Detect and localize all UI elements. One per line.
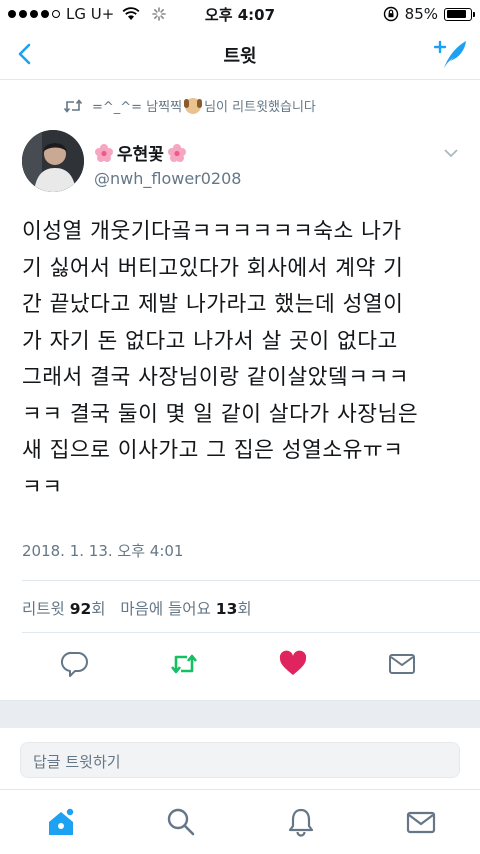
- divider: [22, 632, 480, 633]
- reply-input[interactable]: 답글 트윗하기: [20, 742, 460, 778]
- retweet-count-unit: 회: [91, 600, 106, 618]
- orientation-lock-icon: [383, 6, 398, 22]
- battery-icon: [444, 7, 475, 21]
- page-title: 트윗: [223, 46, 257, 67]
- retweet-stat[interactable]: 리트윗 92회: [22, 600, 106, 618]
- puppy-emoji-icon: [184, 97, 203, 114]
- tweet-stats: 리트윗 92회 마음에 들어요 13회: [22, 597, 252, 619]
- tab-search[interactable]: [166, 807, 196, 837]
- tab-home[interactable]: [46, 807, 76, 837]
- cherry-blossom-icon: [167, 143, 186, 162]
- author-handle: @nwh_flower0208: [94, 169, 242, 188]
- cherry-blossom-icon: [95, 143, 113, 162]
- retweet-stat-label: 리트윗: [22, 600, 65, 618]
- retweet-count: 92: [69, 600, 92, 618]
- reply-button[interactable]: [61, 650, 89, 678]
- retweet-notice-text: 님이 리트윗했습니다: [204, 100, 316, 115]
- navigation-bar: 트윗: [0, 28, 480, 80]
- divider: [22, 580, 480, 581]
- retweet-button[interactable]: [170, 650, 198, 678]
- like-stat[interactable]: 마음에 들어요 13회: [120, 600, 251, 618]
- retweet-icon: [64, 98, 82, 113]
- compose-tweet-button[interactable]: [434, 38, 468, 70]
- like-count: 13: [215, 600, 238, 618]
- retweeted-by-header[interactable]: =^_^= 남찍찍 님이 리트윗했습니다: [64, 96, 316, 115]
- tab-notifications[interactable]: [286, 807, 316, 837]
- tweet-actions: [0, 644, 480, 684]
- battery-percent: 85%: [404, 5, 438, 23]
- author-name: 우현꽃: [117, 145, 164, 165]
- author-info[interactable]: 우현꽃 @nwh_flower0208: [94, 140, 241, 188]
- tab-messages[interactable]: [406, 807, 436, 837]
- section-gap: [0, 700, 480, 728]
- tweet-timestamp: 2018. 1. 13. 오후 4:01: [22, 542, 184, 560]
- tweet-text: 이성열 개웃기다곸ㅋㅋㅋㅋㅋㅋ숙소 나가 기 싫어서 버티고있다가 회사에서 계…: [22, 219, 419, 500]
- like-button[interactable]: [279, 650, 307, 678]
- chevron-down-icon[interactable]: [444, 148, 458, 158]
- tab-bar: [0, 791, 480, 854]
- reply-bar: 답글 트윗하기: [0, 728, 480, 790]
- like-stat-label: 마음에 들어요: [120, 600, 211, 618]
- status-bar: LG U+ 오후 4:07 85%: [0, 0, 480, 28]
- direct-message-button[interactable]: [388, 650, 416, 678]
- like-count-unit: 회: [237, 600, 252, 618]
- retweeter-name: =^_^= 남찍찍: [92, 100, 183, 115]
- avatar[interactable]: [22, 130, 84, 192]
